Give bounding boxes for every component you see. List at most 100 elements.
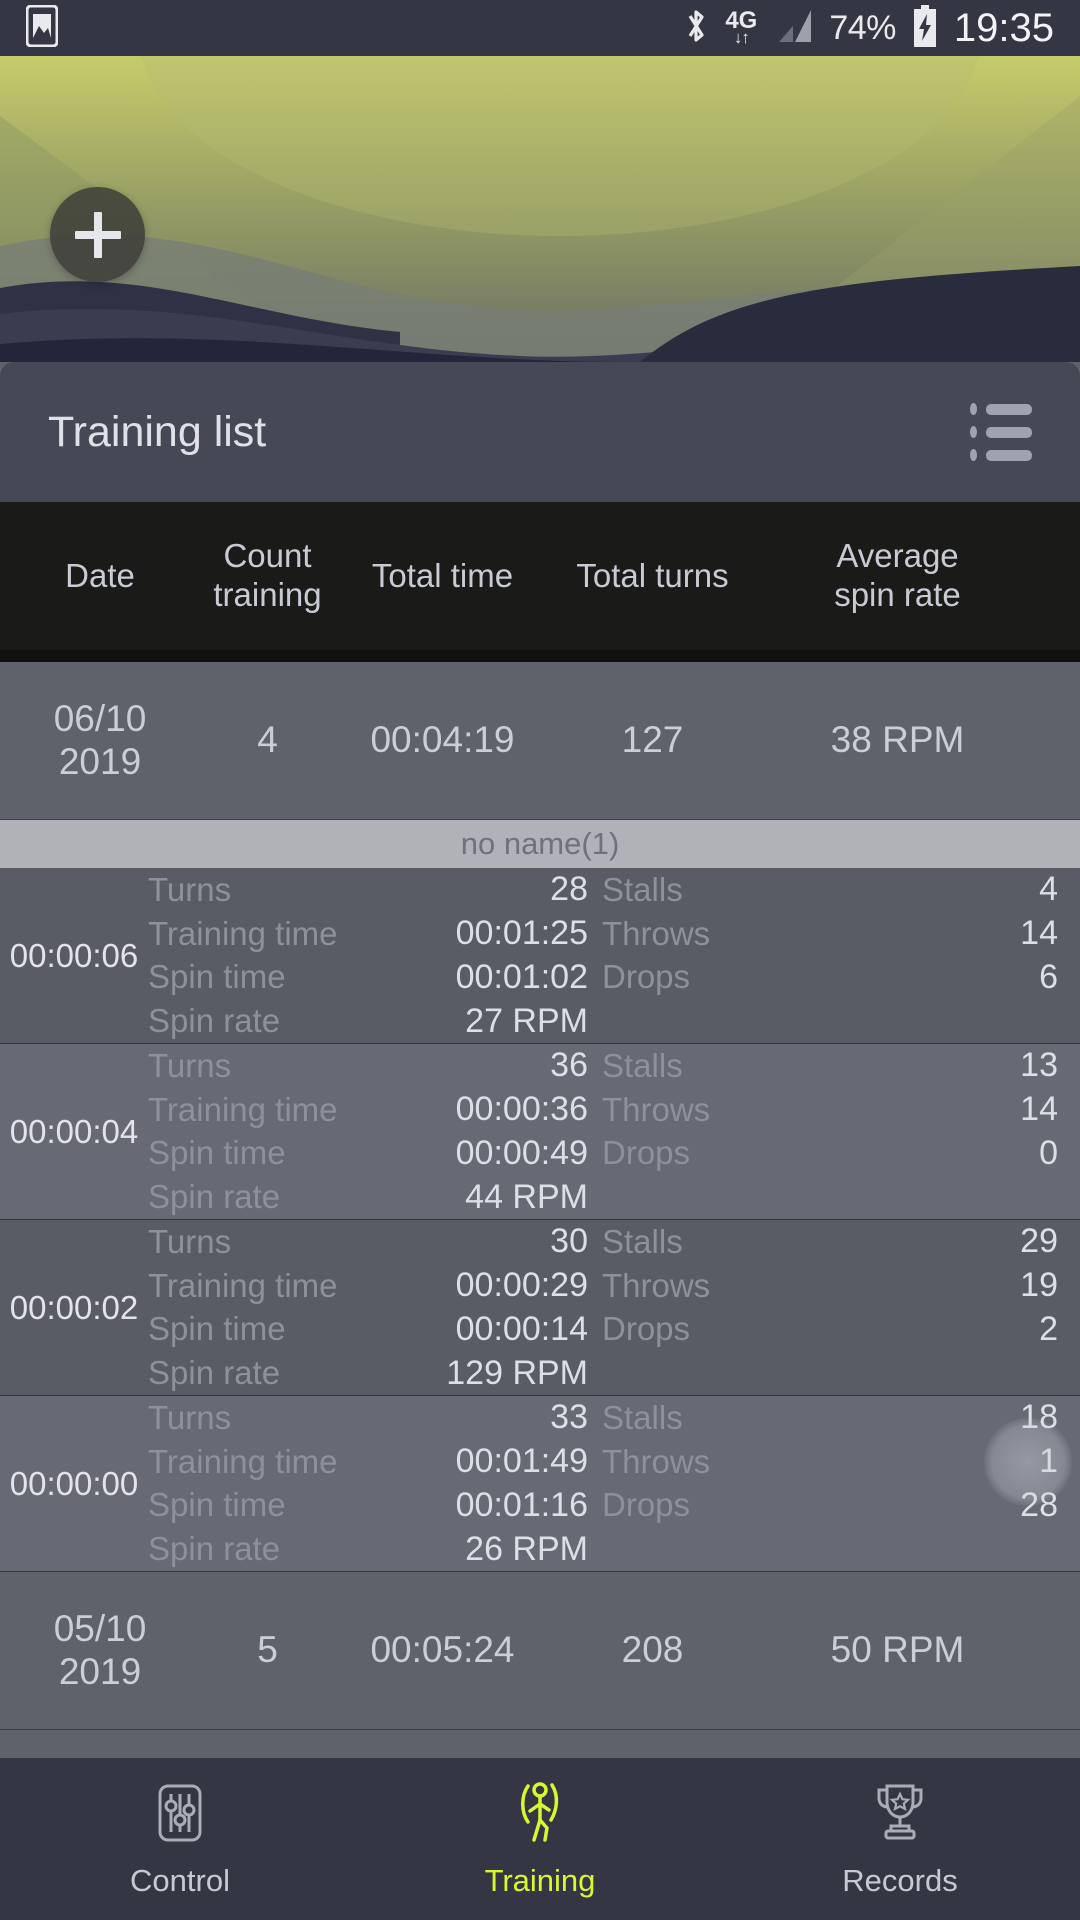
wallpaper-illustration: [0, 56, 1080, 362]
column-header-average-spin-rate: Average spin rate: [755, 537, 1040, 615]
bottom-navigation-bar: Control Training Records: [0, 1758, 1080, 1920]
label-stalls: Stalls: [602, 870, 683, 908]
value-spin-rate: 44 RPM: [465, 1177, 588, 1216]
session-average-spin-rate: 50 RPM: [830, 1629, 965, 1671]
list-menu-row: [970, 426, 1032, 438]
sliders-icon: [147, 1780, 213, 1851]
value-spin-rate: 129 RPM: [446, 1353, 588, 1392]
entry-time: 00:00:00: [9, 1464, 139, 1502]
value-spin-time: 00:01:16: [455, 1485, 588, 1524]
column-header-total-time: Total time: [371, 556, 514, 594]
label-spin-rate: Spin rate: [148, 1178, 281, 1216]
column-header-average-spin-rate-line1: Average: [836, 537, 959, 575]
session-summary-row[interactable]: 06/10 2019 4 00:04:19 127 38 RPM: [0, 662, 1080, 820]
training-entry-row[interactable]: 00:00:06 Turns 28 Stalls 4 Training time…: [0, 868, 1080, 1044]
session-total-time: 00:04:19: [370, 719, 515, 761]
label-stalls: Stalls: [602, 1398, 683, 1436]
session-date: 05/10 2019: [0, 1608, 200, 1693]
value-drops: 6: [1039, 957, 1058, 996]
label-spin-rate: Spin rate: [148, 1530, 281, 1568]
session-date-line1: 06/10: [53, 697, 147, 739]
value-spin-time: 00:00:14: [455, 1309, 588, 1348]
session-date: 06/10 2019: [0, 698, 200, 783]
list-menu-bar: [986, 449, 1032, 461]
value-stalls: 18: [1020, 1398, 1058, 1437]
entry-stats-grid: Turns 28 Stalls 4 Training time 00:01:25…: [148, 868, 1080, 1043]
label-throws: Throws: [602, 1090, 711, 1128]
value-throws: 14: [1020, 1090, 1058, 1129]
value-training-time: 00:01:25: [455, 914, 588, 953]
trophy-icon: [867, 1780, 933, 1851]
training-list-scroll-area[interactable]: 06/10 2019 4 00:04:19 127 38 RPM no name…: [0, 662, 1080, 1758]
label-throws: Throws: [602, 1266, 711, 1304]
nav-item-records[interactable]: Records: [720, 1758, 1080, 1920]
label-throws: Throws: [602, 1442, 711, 1480]
clock-label: 19:35: [953, 5, 1054, 50]
column-header-count-training-line1: Count: [223, 537, 312, 575]
session-total-time: 00:05:24: [370, 1629, 515, 1671]
session-summary-row[interactable]: 05/10 2019 5 00:05:24 208 50 RPM: [0, 1572, 1080, 1730]
add-training-button[interactable]: [50, 187, 145, 282]
value-turns: 28: [550, 870, 588, 909]
label-throws: Throws: [602, 914, 711, 952]
label-spin-time: Spin time: [148, 958, 286, 996]
value-stalls: 4: [1039, 870, 1058, 909]
network-indicator: 4G ↓↑: [725, 9, 757, 46]
label-spin-time: Spin time: [148, 1134, 286, 1172]
value-drops: 2: [1039, 1309, 1058, 1348]
list-menu-dot: [970, 426, 977, 438]
label-turns: Turns: [148, 870, 232, 908]
entry-stats-grid: Turns 30 Stalls 29 Training time 00:00:2…: [148, 1220, 1080, 1395]
value-drops: 28: [1020, 1485, 1058, 1524]
label-training-time: Training time: [148, 1090, 338, 1128]
column-header-average-spin-rate-line2: spin rate: [834, 576, 961, 613]
table-header-divider: [0, 650, 1080, 662]
value-turns: 33: [550, 1398, 588, 1437]
nav-item-control[interactable]: Control: [0, 1758, 360, 1920]
entry-stats-grid: Turns 33 Stalls 18 Training time 00:01:4…: [148, 1396, 1080, 1571]
column-header-count-training-line2: training: [213, 576, 322, 613]
label-spin-rate: Spin rate: [148, 1002, 281, 1040]
value-throws: 19: [1020, 1266, 1058, 1305]
label-drops: Drops: [602, 1486, 691, 1524]
status-bar: 4G ↓↑ 74% 19:35: [0, 0, 1080, 56]
training-entry-row[interactable]: 00:00:04 Turns 36 Stalls 13 Training tim…: [0, 1044, 1080, 1220]
value-training-time: 00:00:36: [455, 1090, 588, 1129]
entry-time: 00:00:06: [9, 936, 139, 974]
list-menu-dot: [970, 403, 977, 415]
value-stalls: 13: [1020, 1046, 1058, 1085]
label-spin-time: Spin time: [148, 1310, 286, 1348]
list-menu-dot: [970, 449, 977, 461]
label-training-time: Training time: [148, 1442, 338, 1480]
training-entry-row[interactable]: 00:00:02 Turns 30 Stalls 29 Training tim…: [0, 1220, 1080, 1396]
session-total-turns: 127: [621, 719, 684, 761]
label-drops: Drops: [602, 1134, 691, 1172]
bluetooth-icon: [683, 6, 709, 51]
session-average-spin-rate: 38 RPM: [830, 719, 965, 761]
session-date-line2: 2019: [58, 740, 142, 782]
session-date-line2: 2019: [58, 1650, 142, 1692]
value-spin-rate: 27 RPM: [465, 1001, 588, 1040]
session-count-training: 5: [257, 1629, 278, 1671]
list-menu-row: [970, 449, 1032, 461]
value-throws: 14: [1020, 914, 1058, 953]
value-spin-rate: 26 RPM: [465, 1529, 588, 1568]
entry-time: 00:00:04: [9, 1112, 139, 1150]
status-bar-right: 4G ↓↑ 74% 19:35: [683, 4, 1054, 52]
list-menu-bar: [986, 426, 1032, 438]
battery-percent-label: 74%: [829, 8, 896, 47]
training-entry-row[interactable]: 00:00:00 Turns 33 Stalls 18 Training tim…: [0, 1396, 1080, 1572]
column-header-count-training: Count training: [200, 537, 335, 615]
list-menu-icon[interactable]: [970, 403, 1032, 461]
value-turns: 36: [550, 1046, 588, 1085]
label-drops: Drops: [602, 1310, 691, 1348]
label-spin-time: Spin time: [148, 1486, 286, 1524]
nav-item-training[interactable]: Training: [360, 1758, 720, 1920]
value-drops: 0: [1039, 1133, 1058, 1172]
training-list-panel-header: Training list: [0, 362, 1080, 502]
image-icon: [25, 4, 59, 52]
label-stalls: Stalls: [602, 1046, 683, 1084]
table-header-row: Date Count training Total time Total tur…: [0, 502, 1080, 650]
signal-bars-icon: [773, 6, 813, 51]
value-turns: 30: [550, 1222, 588, 1261]
